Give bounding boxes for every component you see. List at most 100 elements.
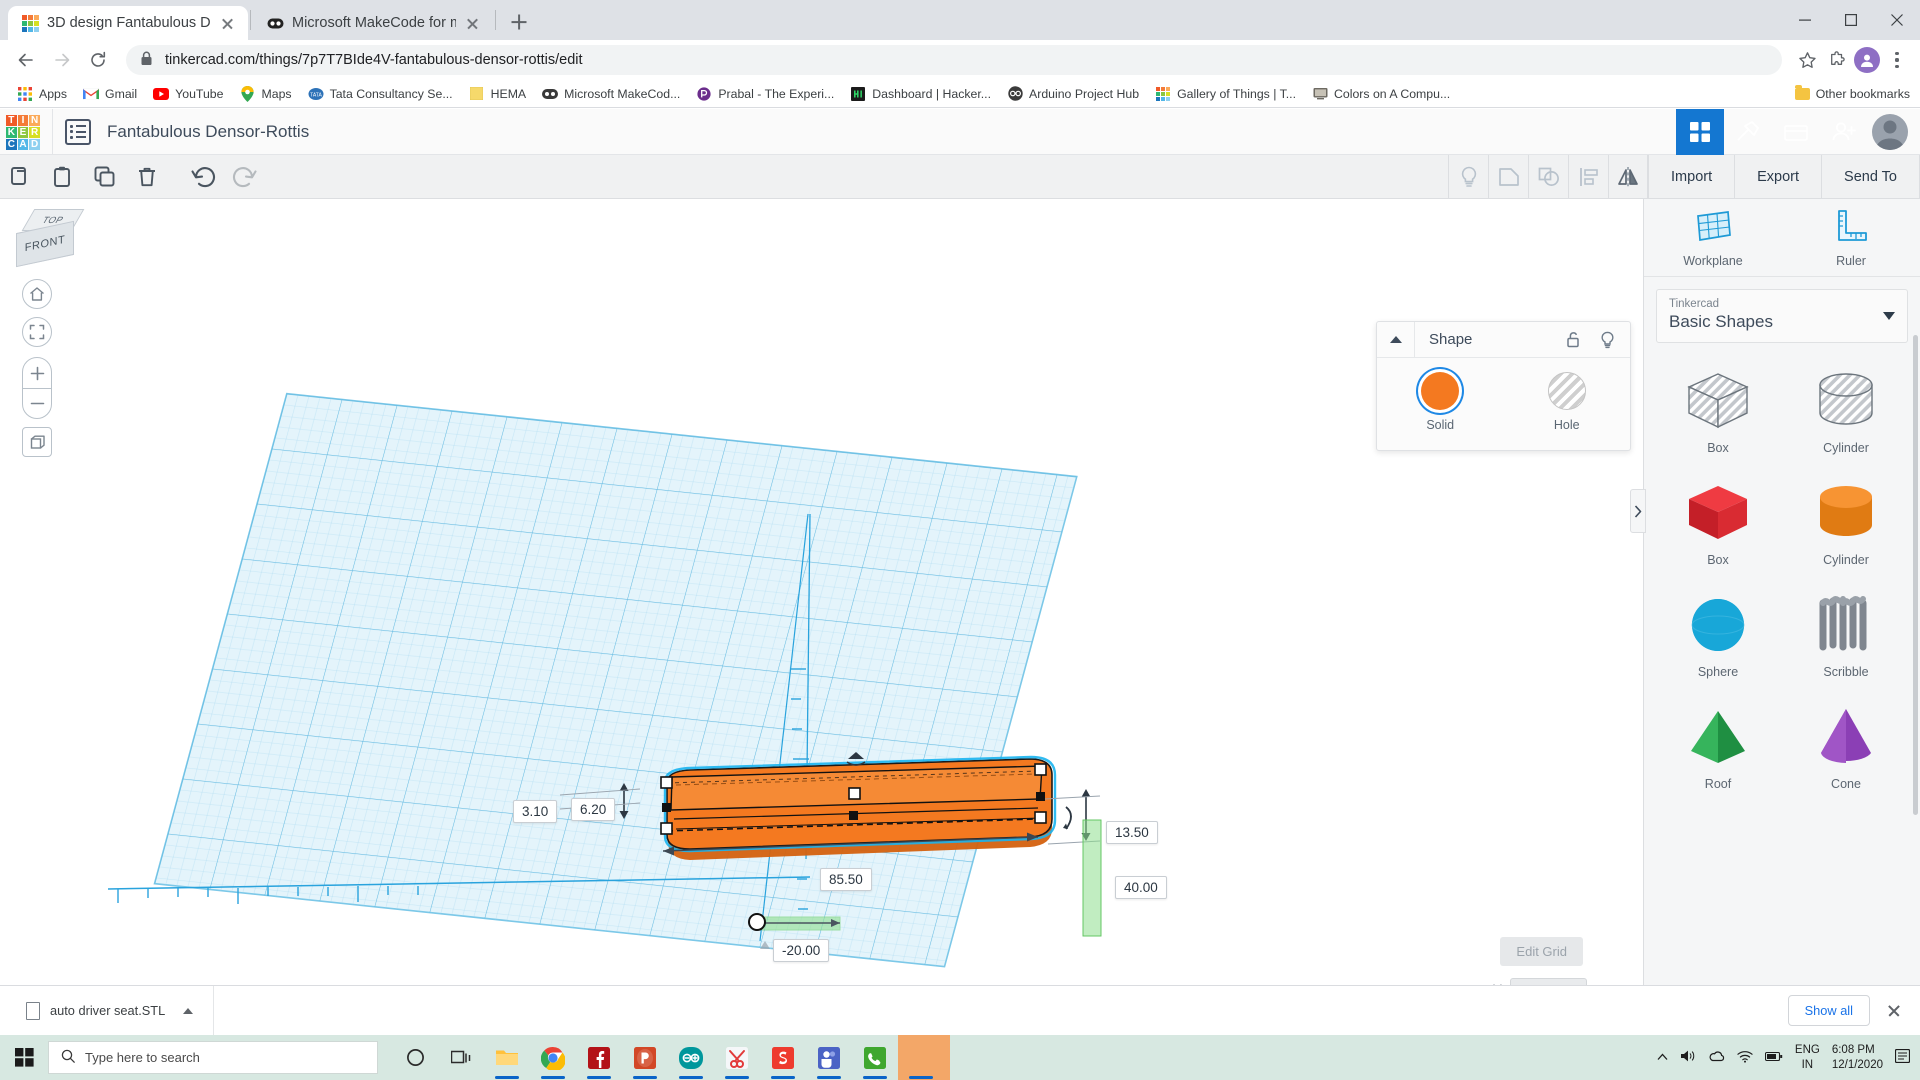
shape-item-box[interactable]: Box xyxy=(1654,467,1782,575)
redo-button[interactable] xyxy=(224,155,266,199)
bookmark-star-icon[interactable] xyxy=(1794,47,1820,73)
undo-button[interactable] xyxy=(182,155,224,199)
bookmark-gallery-of-things[interactable]: Gallery of Things | T... xyxy=(1148,83,1303,105)
teams-icon[interactable] xyxy=(806,1035,852,1080)
height-dim[interactable]: 6.20 xyxy=(571,798,616,821)
browser-tab-active[interactable]: 3D design Fantabulous Densor-R xyxy=(8,6,248,40)
chevron-right-icon[interactable] xyxy=(1630,489,1646,533)
sidebar-scrollbar[interactable] xyxy=(1913,335,1918,815)
arduino-icon[interactable] xyxy=(668,1035,714,1080)
bookmark-maps[interactable]: Maps xyxy=(232,83,298,105)
shape-item-roof[interactable]: Roof xyxy=(1654,691,1782,799)
bookmark-makecode[interactable]: Microsoft MakeCod... xyxy=(535,83,687,105)
edit-grid-button[interactable]: Edit Grid xyxy=(1500,937,1583,966)
z-offset-dim[interactable]: -20.00 xyxy=(773,939,830,962)
align-icon[interactable] xyxy=(1568,155,1608,199)
codeblocks-hammer-icon[interactable] xyxy=(1724,109,1772,155)
bookmark-gmail[interactable]: Gmail xyxy=(76,83,144,105)
slack-icon[interactable] xyxy=(760,1035,806,1080)
whatsapp-icon[interactable] xyxy=(852,1035,898,1080)
bookmark-colors-on-a-computer[interactable]: Colors on A Compu... xyxy=(1305,83,1457,105)
cortana-icon[interactable] xyxy=(392,1035,438,1080)
workplane-height-dim[interactable]: 40.00 xyxy=(1115,876,1167,899)
bookmark-tata[interactable]: TATA Tata Consultancy Se... xyxy=(301,83,460,105)
clock[interactable]: 6:08 PM 12/1/2020 xyxy=(1832,1043,1883,1072)
document-list-icon[interactable] xyxy=(65,118,91,145)
snipping-tool-icon[interactable] xyxy=(714,1035,760,1080)
show-all-button[interactable]: Show all xyxy=(1787,995,1870,1026)
close-button[interactable] xyxy=(1874,0,1920,40)
powerpoint-icon[interactable] xyxy=(622,1035,668,1080)
depth-dim[interactable]: 13.50 xyxy=(1106,821,1158,844)
ortho-perspective-button[interactable] xyxy=(22,427,52,457)
speaker-icon[interactable] xyxy=(1680,1049,1696,1066)
shape-item-cone[interactable]: Cone xyxy=(1782,691,1910,799)
hole-option[interactable]: Hole xyxy=(1504,372,1631,432)
shape-library-select[interactable]: Tinkercad Basic Shapes xyxy=(1656,289,1908,343)
fit-to-view-button[interactable] xyxy=(22,317,52,347)
radius-dim[interactable]: 3.10 xyxy=(513,800,558,823)
bookmark-arduino[interactable]: Arduino Project Hub xyxy=(1000,83,1146,105)
caret-up-icon[interactable] xyxy=(183,1007,194,1014)
facebook-icon[interactable] xyxy=(576,1035,622,1080)
tinkercad-window-icon[interactable] xyxy=(898,1035,950,1080)
solid-color-swatch[interactable] xyxy=(1421,372,1460,410)
grid-apps-icon[interactable] xyxy=(1676,109,1724,155)
user-add-icon[interactable] xyxy=(1820,109,1868,155)
group-shape-icon[interactable] xyxy=(1488,155,1528,199)
solid-option[interactable]: Solid xyxy=(1377,372,1504,432)
zoom-out-button[interactable] xyxy=(23,388,51,418)
other-bookmarks-button[interactable]: Other bookmarks xyxy=(1794,84,1910,101)
back-button[interactable] xyxy=(10,44,42,76)
language-indicator[interactable]: ENG IN xyxy=(1795,1043,1820,1072)
send-to-button[interactable]: Send To xyxy=(1821,155,1920,199)
wifi-icon[interactable] xyxy=(1737,1050,1753,1066)
bookmark-hackster[interactable]: Dashboard | Hacker... xyxy=(843,83,998,105)
tinkercad-logo-icon[interactable]: T I N K E R C A D xyxy=(6,114,40,150)
close-icon[interactable] xyxy=(1886,1003,1902,1019)
shape-item-scribble[interactable]: Scribble xyxy=(1782,579,1910,687)
ungroup-shape-icon[interactable] xyxy=(1528,155,1568,199)
close-icon[interactable] xyxy=(219,15,236,32)
bookmark-hema[interactable]: HEMA xyxy=(462,83,534,105)
ruler-tool[interactable]: Ruler xyxy=(1782,209,1920,268)
new-tab-button[interactable] xyxy=(504,7,534,37)
chevron-down-icon[interactable] xyxy=(1883,312,1895,320)
duplicate-button[interactable] xyxy=(84,155,126,199)
bookmark-youtube[interactable]: YouTube xyxy=(146,83,230,105)
width-dim[interactable]: 85.50 xyxy=(820,868,872,891)
maximize-button[interactable] xyxy=(1828,0,1874,40)
home-view-button[interactable] xyxy=(22,279,52,309)
chrome-icon[interactable] xyxy=(530,1035,576,1080)
light-bulb-icon[interactable] xyxy=(1590,322,1624,358)
shape-item-cylinder[interactable]: Cylinder xyxy=(1782,467,1910,575)
address-bar[interactable]: tinkercad.com/things/7p7T7BIde4V-fantabu… xyxy=(126,45,1782,75)
bookmark-apps[interactable]: Apps xyxy=(10,83,74,105)
shape-item-box-striped[interactable]: Box xyxy=(1654,355,1782,463)
collapse-caret-icon[interactable] xyxy=(1377,321,1415,358)
forward-button[interactable] xyxy=(46,44,78,76)
download-item[interactable]: auto driver seat.STL xyxy=(0,1001,194,1020)
shape-item-cylinder-striped[interactable]: Cylinder xyxy=(1782,355,1910,463)
mirror-flip-icon[interactable] xyxy=(1608,155,1649,199)
copy-button[interactable] xyxy=(0,155,42,199)
windows-start-icon[interactable] xyxy=(0,1035,48,1080)
task-view-icon[interactable] xyxy=(438,1035,484,1080)
action-center-icon[interactable] xyxy=(1894,1048,1911,1066)
avatar[interactable] xyxy=(1872,114,1908,150)
trash-icon[interactable] xyxy=(126,155,168,199)
extensions-puzzle-icon[interactable] xyxy=(1824,47,1850,73)
close-icon[interactable] xyxy=(464,15,481,32)
lock-open-icon[interactable] xyxy=(1556,322,1590,358)
shape-item-sphere[interactable]: Sphere xyxy=(1654,579,1782,687)
three-dot-menu-icon[interactable] xyxy=(1884,47,1910,73)
import-button[interactable]: Import xyxy=(1648,155,1734,199)
onedrive-icon[interactable] xyxy=(1708,1050,1725,1065)
workplane-tool[interactable]: Workplane xyxy=(1644,209,1782,268)
gallery-icon[interactable] xyxy=(1772,109,1820,155)
search-input[interactable]: Type here to search xyxy=(48,1041,378,1074)
chevron-up-icon[interactable] xyxy=(1657,1052,1668,1064)
zoom-in-button[interactable] xyxy=(23,358,51,388)
bookmark-prabal[interactable]: Prabal - The Experi... xyxy=(689,83,841,105)
battery-icon[interactable] xyxy=(1764,1051,1783,1065)
